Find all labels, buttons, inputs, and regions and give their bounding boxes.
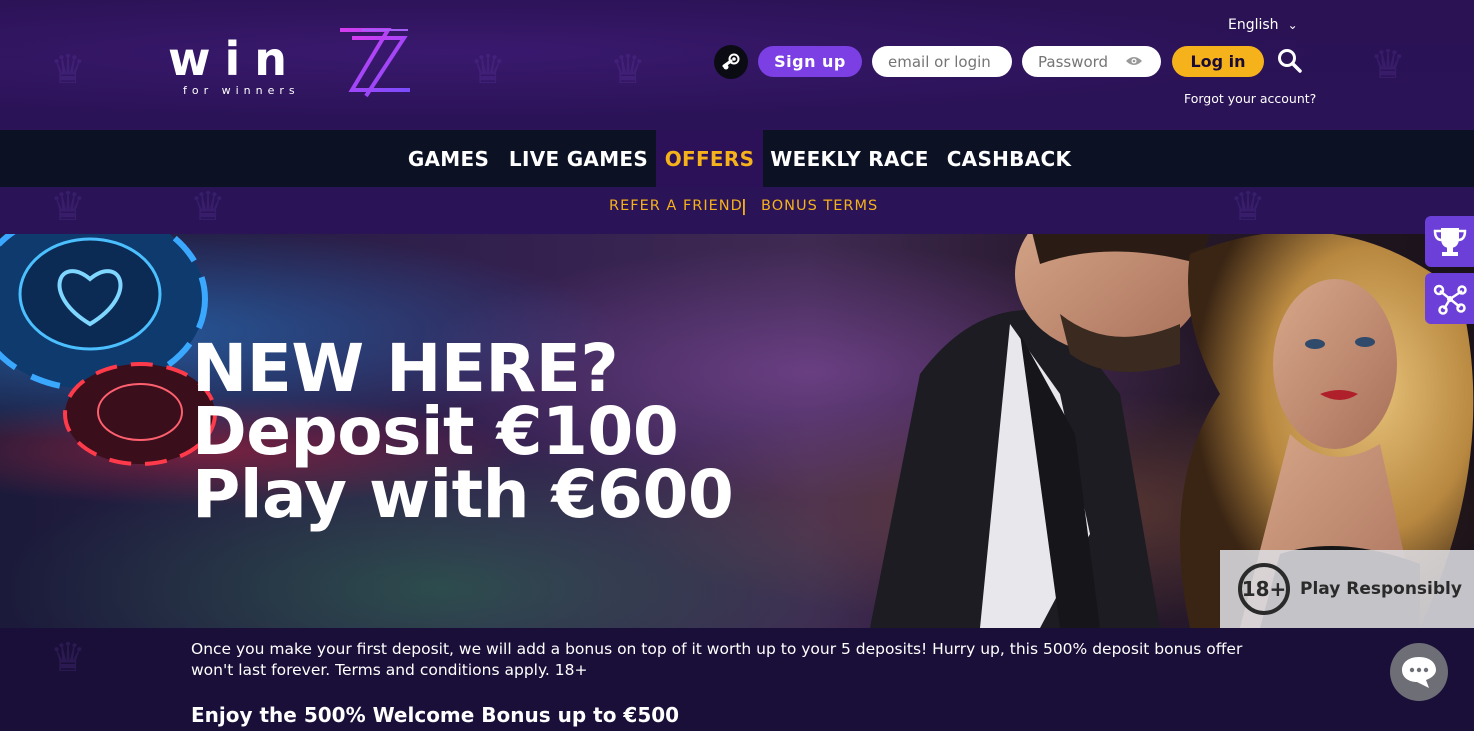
trophy-icon: [1433, 227, 1466, 256]
network-nodes-icon: [1433, 284, 1467, 315]
logo-z-mark: [340, 28, 410, 98]
crown-pattern-icon: ♛: [610, 47, 646, 93]
language-label: English: [1228, 17, 1279, 33]
hero-line-1: NEW HERE?: [192, 330, 619, 407]
promo-heading: Enjoy the 500% Welcome Bonus up to €500: [191, 703, 680, 727]
main-nav: GAMES LIVE GAMES OFFERS WEEKLY RACE CASH…: [0, 130, 1474, 187]
bonus-terms-link[interactable]: BONUS TERMS: [761, 198, 878, 214]
network-widget-button[interactable]: [1425, 273, 1474, 324]
play-responsibly-badge[interactable]: 18+ Play Responsibly: [1220, 550, 1474, 628]
nav-offers[interactable]: OFFERS: [656, 130, 763, 187]
promo-description: Once you make your first deposit, we wil…: [191, 640, 1243, 679]
age-18-badge: 18+: [1238, 563, 1290, 615]
email-input[interactable]: [872, 46, 1012, 77]
crown-pattern-icon: ♛: [1370, 42, 1406, 88]
sub-nav: ♛ ♛ ♛ REFER A FRIEND | BONUS TERMS: [0, 187, 1474, 234]
crown-pattern-icon: ♛: [50, 47, 86, 93]
steam-login-button[interactable]: [714, 45, 748, 79]
steam-icon: [722, 53, 740, 70]
crown-pattern-icon: ♛: [470, 47, 506, 93]
live-chat-button[interactable]: [1390, 643, 1448, 701]
nav-weekly-race[interactable]: WEEKLY RACE: [768, 130, 931, 187]
winz-logo[interactable]: win for winners: [168, 28, 413, 100]
hero-line-3: Play with €600: [192, 456, 734, 533]
promo-content: ♛ Once you make your first deposit, we w…: [0, 628, 1474, 731]
chat-bubble-icon: [1402, 657, 1436, 688]
tournament-widget-button[interactable]: [1425, 216, 1474, 267]
crown-pattern-icon: ♛: [190, 184, 226, 230]
forgot-account-link[interactable]: Forgot your account?: [1184, 91, 1316, 106]
crown-pattern-icon: ♛: [1230, 184, 1266, 230]
crown-pattern-icon: ♛: [50, 184, 86, 230]
crown-pattern-icon: ♛: [50, 635, 86, 681]
logo-wordmark: win: [168, 32, 302, 86]
play-responsibly-label: Play Responsibly: [1300, 579, 1462, 599]
chevron-down-icon: ⌄: [1287, 18, 1298, 32]
nav-games[interactable]: GAMES: [400, 130, 497, 187]
site-header: ♛ ♛ ♛ ♛ win for winners English ⌄ Sign u…: [0, 0, 1474, 130]
signup-button[interactable]: Sign up: [758, 46, 862, 77]
nav-live-games[interactable]: LIVE GAMES: [505, 130, 652, 187]
language-selector[interactable]: English ⌄: [1228, 17, 1298, 33]
hero-banner: NEW HERE? Deposit €100 Play with €600 18…: [0, 234, 1474, 628]
hero-headline: NEW HERE? Deposit €100 Play with €600: [192, 330, 734, 533]
login-button[interactable]: Log in: [1172, 46, 1264, 77]
eye-icon[interactable]: [1125, 55, 1143, 67]
search-icon[interactable]: [1277, 48, 1303, 74]
sub-nav-separator: |: [741, 196, 747, 215]
refer-a-friend-link[interactable]: REFER A FRIEND: [609, 198, 743, 214]
logo-tagline: for winners: [183, 84, 300, 97]
nav-cashback[interactable]: CASHBACK: [940, 130, 1078, 187]
hero-line-2: Deposit €100: [192, 393, 679, 470]
